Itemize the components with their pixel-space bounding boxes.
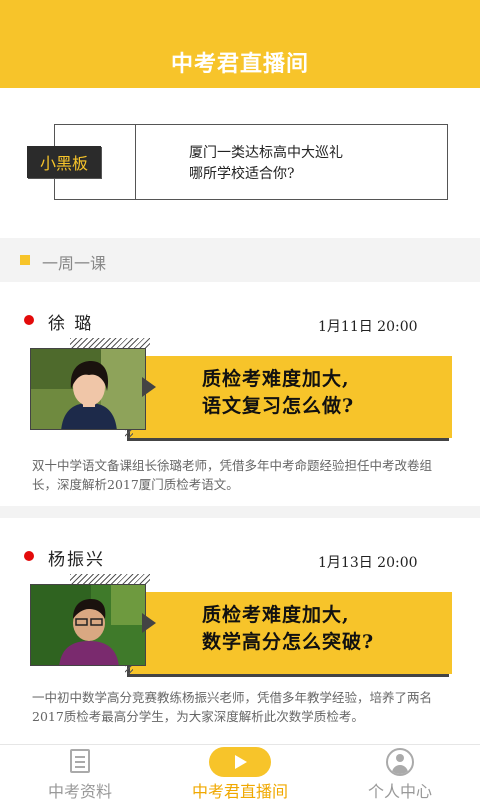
lesson-description: 一中初中数学高分竞赛教练杨振兴老师，凭借多年教学经验，培养了两名2017质检考最… bbox=[32, 690, 433, 724]
card-divider bbox=[0, 506, 480, 518]
play-icon bbox=[209, 747, 271, 777]
hatch-decoration bbox=[70, 574, 150, 584]
lesson-banner[interactable]: 质检考难度加大, 语文复习怎么做? bbox=[30, 338, 452, 438]
section-header: 一周一课 bbox=[0, 238, 480, 282]
page-title: 中考君直播间 bbox=[170, 52, 309, 77]
headline-line-1: 质检考难度加大, bbox=[202, 604, 350, 626]
lesson-card[interactable]: 徐 璐 1月11日 20:00 质检考难度加大, 语文复习怎么做? 双十中学语文… bbox=[0, 294, 480, 506]
blackboard-line-2: 哪所学校适合你? bbox=[189, 166, 295, 182]
document-icon bbox=[70, 749, 90, 773]
tab-label: 中考君直播间 bbox=[191, 782, 288, 801]
tab-label: 个人中心 bbox=[367, 782, 432, 801]
bottom-tab-bar: 中考资料 中考君直播间 个人中心 bbox=[0, 744, 480, 801]
blackboard-text: 厦门一类达标高中大巡礼 哪所学校适合你? bbox=[189, 143, 343, 185]
headline-line-2: 数学高分怎么突破? bbox=[202, 631, 375, 653]
lesson-time: 1月11日 20:00 bbox=[318, 319, 418, 335]
blackboard-tag: 小黑板 bbox=[27, 146, 101, 178]
headline-line-1: 质检考难度加大, bbox=[202, 368, 350, 390]
arrow-icon bbox=[142, 613, 156, 633]
live-dot-icon bbox=[24, 315, 34, 325]
app-header: 中考君直播间 bbox=[0, 0, 480, 88]
live-dot-icon bbox=[24, 551, 34, 561]
tab-live-room[interactable]: 中考君直播间 bbox=[160, 745, 320, 801]
blackboard-line-1: 厦门一类达标高中大巡礼 bbox=[189, 145, 343, 161]
tab-profile[interactable]: 个人中心 bbox=[320, 745, 480, 801]
lesson-card[interactable]: 杨振兴 1月13日 20:00 质检考难度加大, 数学高分怎么突破? 一中初中数… bbox=[0, 530, 480, 740]
hatch-decoration bbox=[70, 338, 150, 348]
section-title: 一周一课 bbox=[42, 254, 107, 273]
teacher-name: 徐 璐 bbox=[48, 314, 94, 334]
tab-study-materials[interactable]: 中考资料 bbox=[0, 745, 160, 801]
teacher-name: 杨振兴 bbox=[48, 550, 105, 570]
banner-headline: 质检考难度加大, 语文复习怎么做? bbox=[202, 366, 354, 420]
lesson-description: 双十中学语文备课组长徐璐老师，凭借多年中考命题经验担任中考改卷组长，深度解析20… bbox=[32, 458, 433, 492]
tab-label: 中考资料 bbox=[47, 782, 112, 801]
lesson-banner[interactable]: 质检考难度加大, 数学高分怎么突破? bbox=[30, 574, 452, 674]
teacher-photo bbox=[30, 584, 146, 666]
banner-headline: 质检考难度加大, 数学高分怎么突破? bbox=[202, 602, 374, 656]
user-icon bbox=[386, 748, 414, 776]
lesson-time: 1月13日 20:00 bbox=[318, 555, 418, 571]
blackboard-banner[interactable]: 小黑板 厦门一类达标高中大巡礼 哪所学校适合你? bbox=[27, 124, 448, 200]
section-bullet-icon bbox=[20, 255, 30, 265]
headline-line-2: 语文复习怎么做? bbox=[202, 395, 355, 417]
arrow-icon bbox=[142, 377, 156, 397]
teacher-photo bbox=[30, 348, 146, 430]
